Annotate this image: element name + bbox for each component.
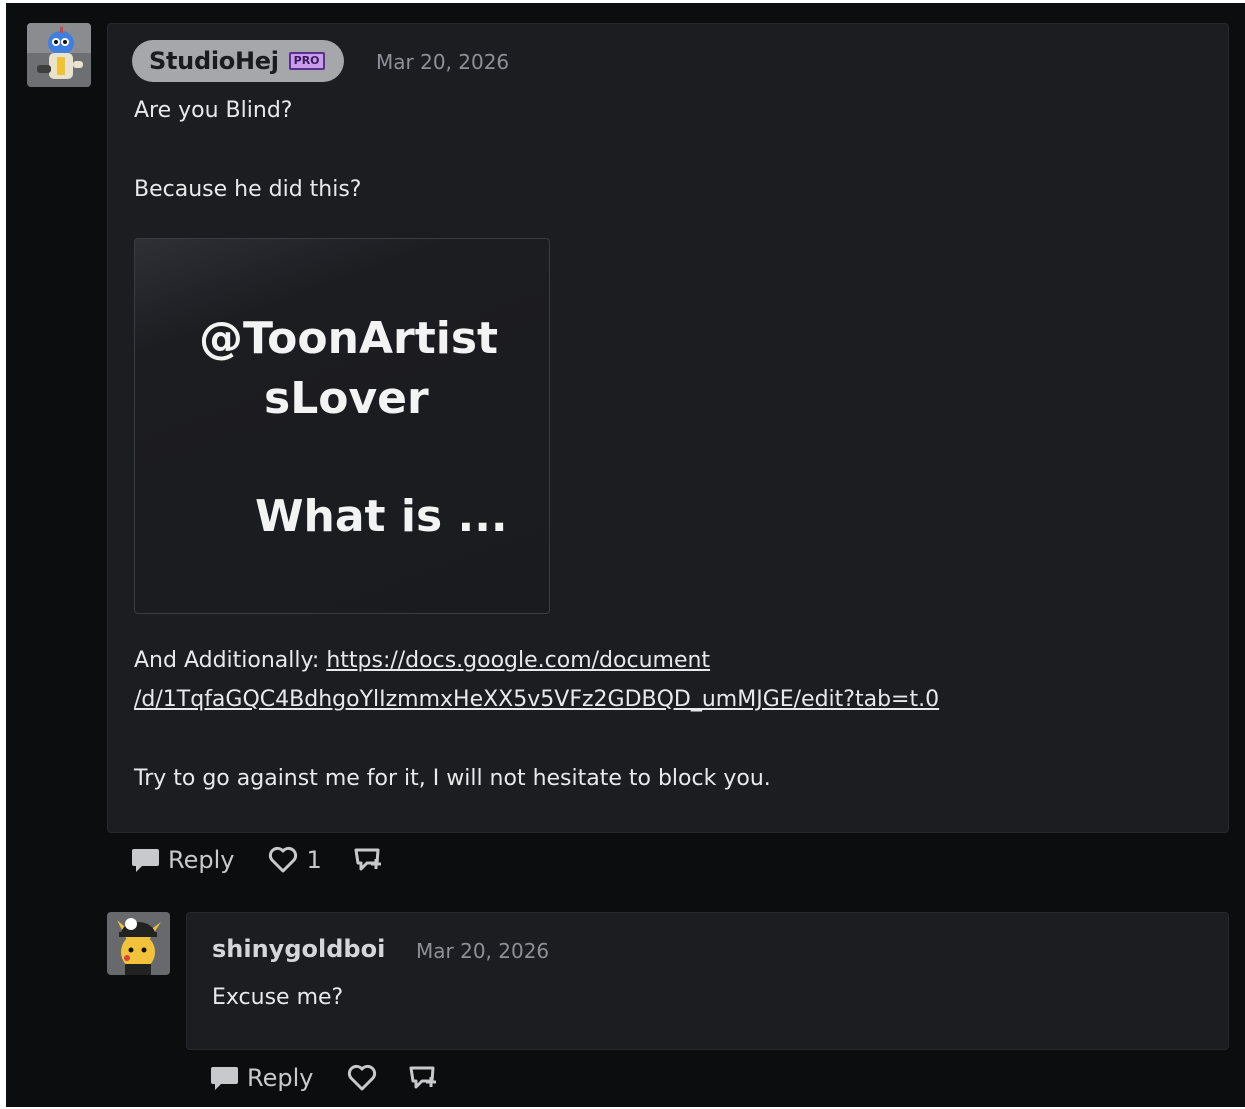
speech-bubble-icon [131,845,161,875]
like-button[interactable]: 1 [268,846,322,874]
attached-image[interactable]: @ToonArtist sLover What is ... [134,238,550,614]
comment-card: StudioHej PRO Mar 20, 2026 Are you Blind… [107,23,1229,833]
reply-button[interactable]: Reply [131,845,234,875]
reply-actions: Reply [210,1063,473,1093]
heart-icon [347,1064,377,1092]
comment-text-line: Try to go against me for it, I will not … [134,766,771,791]
comment-text-line: Excuse me? [212,985,344,1010]
tag-plus-icon [352,845,384,875]
avatar-studiohej[interactable] [27,23,91,87]
pro-badge: PRO [288,52,325,70]
comment-text-line: And Additionally: https://docs.google.co… [134,648,710,673]
username[interactable]: StudioHej [149,47,279,75]
comment-text-line: Because he did this? [134,177,362,202]
username[interactable]: shinygoldboi [212,935,385,963]
image-text: @ToonArtist [199,313,499,364]
reply-label: Reply [247,1064,314,1092]
document-link[interactable]: https://docs.google.com/document [326,648,710,673]
additionally-label: And Additionally: [134,648,327,673]
username-pill[interactable]: StudioHej PRO [132,40,344,82]
award-button[interactable] [352,845,384,875]
heart-icon [268,846,298,874]
avatar-shinygoldboi[interactable] [107,912,170,975]
reply-label: Reply [168,846,235,874]
comment-text-line: Are you Blind? [134,98,293,123]
document-link-continued[interactable]: /d/1TqfaGQC4BdhgoYlIzmmxHeXX5v5VFz2GDBQD… [134,687,939,712]
comment-actions: Reply 1 [131,845,418,875]
tag-plus-icon [407,1063,439,1093]
comment-date: Mar 20, 2026 [376,50,510,74]
award-button[interactable] [407,1063,439,1093]
like-count: 1 [306,846,322,874]
speech-bubble-icon [210,1063,240,1093]
comment-date: Mar 20, 2026 [416,939,550,963]
reply-button[interactable]: Reply [210,1063,313,1093]
image-text: What is ... [255,491,508,542]
comment-thread: StudioHej PRO Mar 20, 2026 Are you Blind… [6,3,1245,1107]
reply-card: shinygoldboi Mar 20, 2026 Excuse me? [186,912,1229,1050]
like-button[interactable] [347,1064,377,1092]
image-text: sLover [264,373,429,424]
